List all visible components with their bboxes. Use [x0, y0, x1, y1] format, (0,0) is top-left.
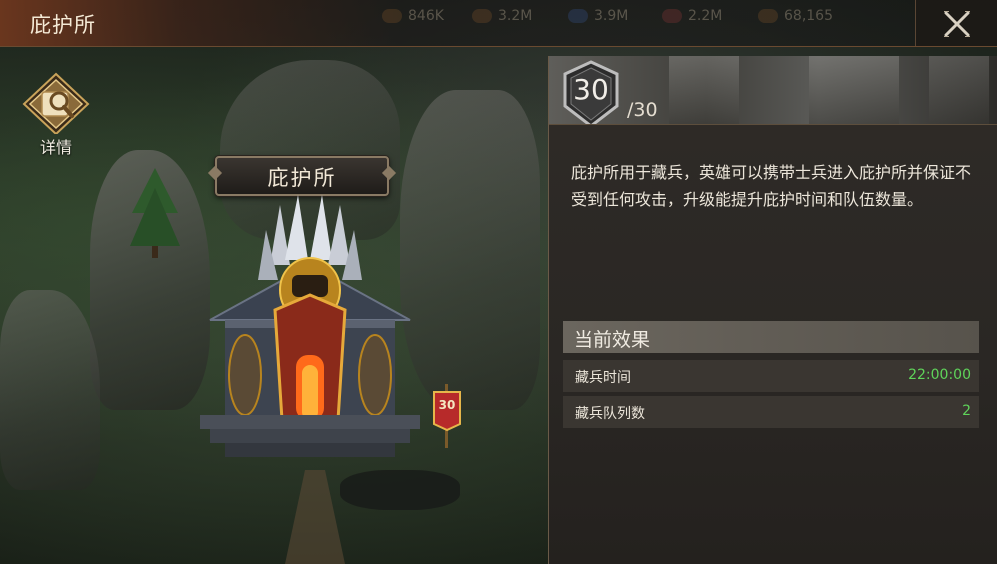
resource-wood: 3.2M [472, 8, 532, 24]
header-cliff [669, 56, 739, 124]
banner-flag-icon [433, 384, 461, 448]
effect-row: 藏兵时间 22:00:00 [563, 360, 979, 392]
header-cliff [809, 56, 899, 124]
food-icon [382, 9, 402, 23]
effect-value: 22:00:00 [908, 367, 971, 383]
details-button[interactable]: 详情 [20, 72, 92, 157]
gold-icon [758, 9, 778, 23]
divider [549, 124, 997, 125]
pine-tree [130, 168, 180, 258]
building-name: 庇护所 [267, 166, 337, 190]
close-button[interactable] [915, 0, 997, 46]
info-panel: 30 /30 庇护所用于藏兵，英雄可以携带士兵进入庇护所并保证不受到任何攻击，升… [548, 56, 997, 564]
iron-icon [662, 9, 682, 23]
effect-value: 2 [962, 403, 971, 419]
building-name-plate: 庇护所 [215, 156, 389, 196]
stone-icon [568, 9, 588, 23]
current-effects-header: 当前效果 [563, 321, 979, 353]
current-effects-title: 当前效果 [574, 329, 651, 351]
panel-header: 30 /30 [549, 56, 997, 124]
header-cliff [929, 56, 989, 124]
max-level: /30 [627, 99, 658, 121]
dirt-path [285, 470, 345, 564]
effect-row: 藏兵队列数 2 [563, 396, 979, 428]
wood-icon [472, 9, 492, 23]
resource-iron: 2.2M [662, 8, 722, 24]
ground-rock [340, 470, 460, 510]
building-level-flag: 30 [432, 384, 462, 452]
window-title: 庇护所 [30, 13, 96, 37]
shelter-building-illustration[interactable] [180, 195, 440, 470]
cliff-rock [0, 290, 100, 490]
building-level-flag-text: 30 [438, 398, 456, 412]
resource-stone: 3.9M [568, 8, 628, 24]
current-level: 30 [573, 73, 609, 106]
close-icon [944, 11, 970, 37]
details-label: 详情 [39, 138, 72, 157]
resource-gold: 68,165 [758, 8, 833, 24]
effect-label: 藏兵时间 [575, 370, 631, 386]
resource-food: 846K [382, 8, 444, 24]
magnifier-scroll-icon [22, 72, 90, 136]
building-description: 庇护所用于藏兵，英雄可以携带士兵进入庇护所并保证不受到任何攻击，升级能提升庇护时… [571, 163, 972, 209]
effect-label: 藏兵队列数 [575, 406, 645, 422]
title-bar: 庇护所 846K 3.2M 3.9M 2.2M 68,165 [0, 0, 997, 47]
